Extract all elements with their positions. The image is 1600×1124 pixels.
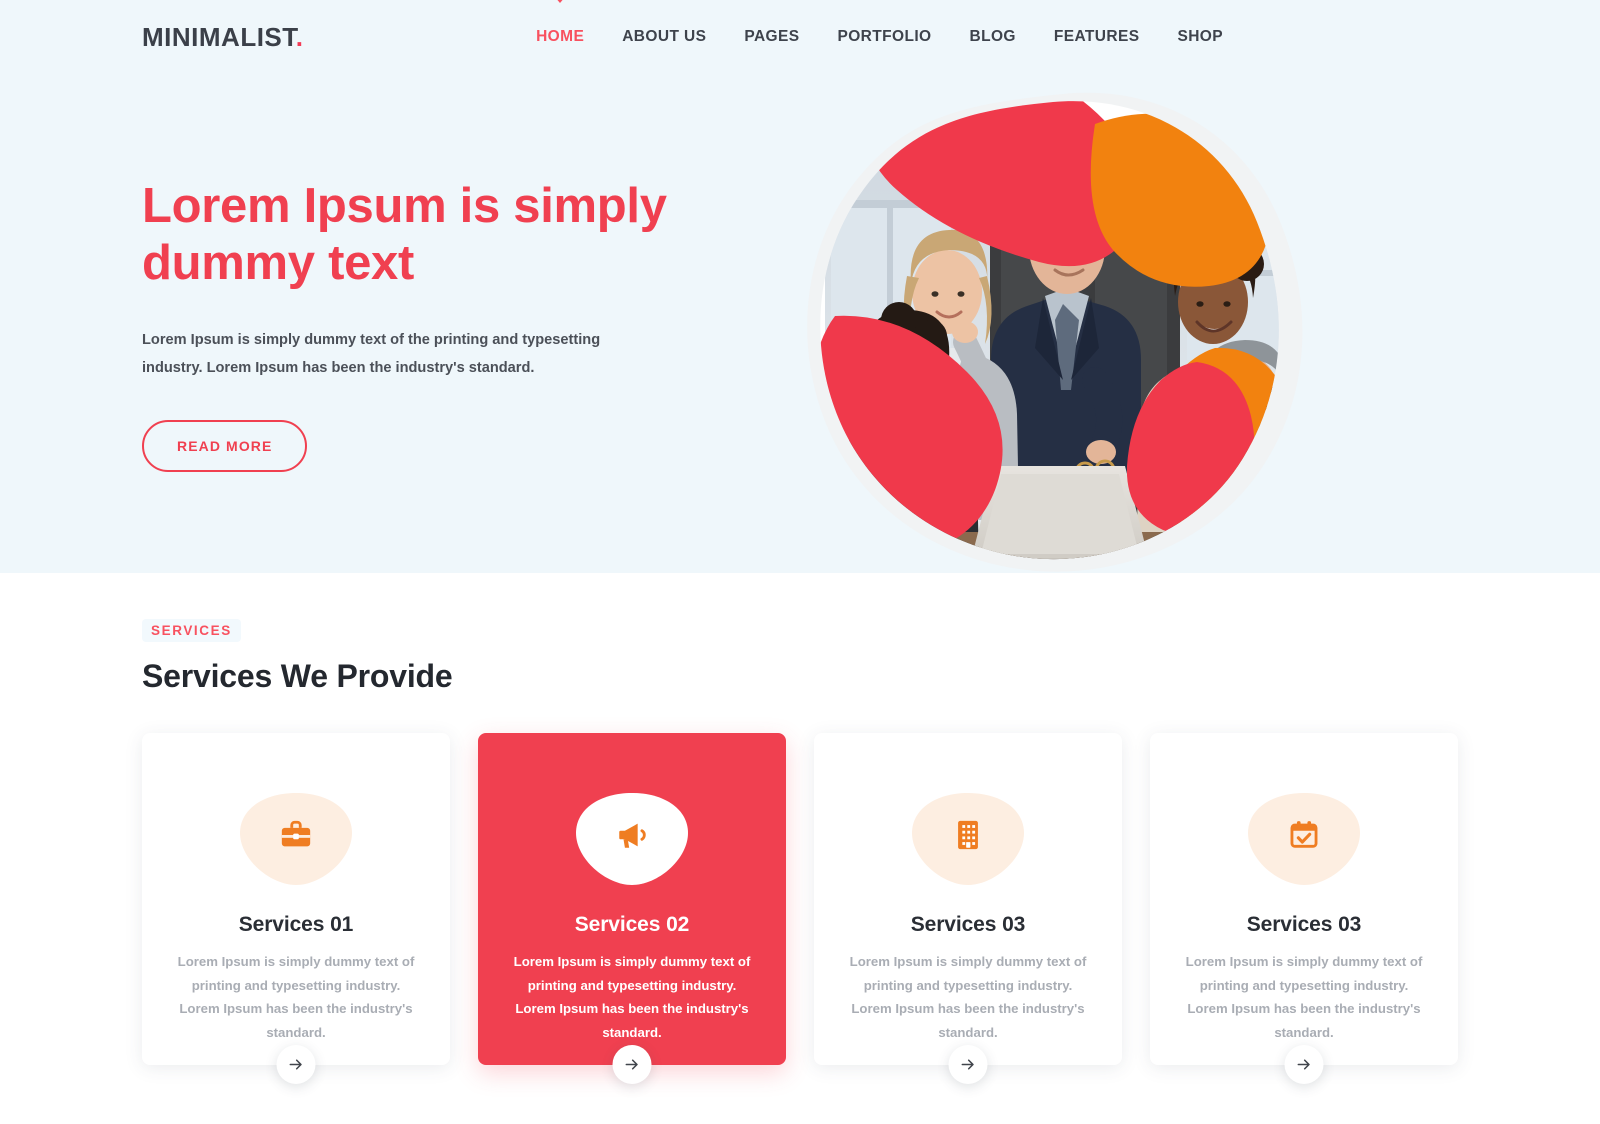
arrow-right-icon[interactable] bbox=[612, 1045, 652, 1084]
service-card-title: Services 01 bbox=[238, 913, 354, 936]
services-card-row: Services 01 Lorem Ipsum is simply dummy … bbox=[142, 733, 1458, 1084]
active-caret-icon bbox=[549, 0, 572, 3]
service-icon-container bbox=[908, 789, 1028, 889]
megaphone-icon bbox=[615, 818, 649, 852]
service-card-3[interactable]: Services 03 Lorem Ipsum is simply dummy … bbox=[814, 733, 1122, 1084]
nav-label: SHOP bbox=[1177, 28, 1223, 45]
service-icon-container bbox=[572, 789, 692, 889]
service-icon-container bbox=[236, 789, 356, 889]
hero-section: MINIMALIST. HOME ABOUT US PAGES PORTFOLI… bbox=[0, 0, 1600, 573]
nav-label: BLOG bbox=[969, 28, 1016, 45]
brand-dot: . bbox=[295, 21, 304, 52]
nav-item-features[interactable]: FEATURES bbox=[1054, 28, 1140, 46]
hero-copy: Lorem Ipsum is simply dummy text Lorem I… bbox=[142, 178, 742, 472]
arrow-right-icon[interactable] bbox=[948, 1045, 988, 1084]
service-card-title: Services 03 bbox=[910, 913, 1026, 936]
landing-page: MINIMALIST. HOME ABOUT US PAGES PORTFOLI… bbox=[0, 0, 1600, 1124]
nav-label: FEATURES bbox=[1053, 28, 1140, 45]
briefcase-icon bbox=[279, 818, 313, 852]
nav-label: ABOUT US bbox=[622, 28, 707, 45]
nav-item-portfolio[interactable]: PORTFOLIO bbox=[837, 28, 931, 46]
building-icon bbox=[951, 818, 985, 852]
read-more-button[interactable]: READ MORE bbox=[142, 419, 308, 472]
hero-paragraph: Lorem Ipsum is simply dummy text of the … bbox=[142, 331, 601, 377]
nav-label: PORTFOLIO bbox=[837, 28, 932, 45]
nav-item-shop[interactable]: SHOP bbox=[1177, 28, 1223, 46]
hero-title: Lorem Ipsum is simply dummy text bbox=[142, 179, 667, 290]
nav-item-home[interactable]: HOME bbox=[536, 0, 585, 46]
service-card-1[interactable]: Services 01 Lorem Ipsum is simply dummy … bbox=[142, 733, 450, 1084]
service-card-text: Lorem Ipsum is simply dummy text of prin… bbox=[1185, 954, 1423, 1040]
nav-item-blog[interactable]: BLOG bbox=[970, 28, 1016, 46]
nav-item-pages[interactable]: PAGES bbox=[744, 28, 799, 46]
arrow-right-icon[interactable] bbox=[276, 1045, 316, 1084]
service-card-text: Lorem Ipsum is simply dummy text of prin… bbox=[849, 954, 1087, 1040]
services-eyebrow: SERVICES bbox=[142, 619, 241, 642]
service-card-title: Services 03 bbox=[1246, 913, 1362, 936]
calendar-check-icon bbox=[1287, 818, 1321, 852]
brand-name: MINIMALIST bbox=[142, 21, 296, 52]
main-navbar: MINIMALIST. HOME ABOUT US PAGES PORTFOLI… bbox=[0, 0, 1600, 74]
services-heading: Services We Provide bbox=[142, 658, 453, 694]
service-card-title: Services 02 bbox=[574, 913, 690, 936]
service-card-text: Lorem Ipsum is simply dummy text of prin… bbox=[513, 954, 751, 1040]
service-card-text: Lorem Ipsum is simply dummy text of prin… bbox=[177, 954, 415, 1040]
nav-menu: HOME ABOUT US PAGES PORTFOLIO BLOG FEATU… bbox=[536, 0, 1223, 46]
service-icon-container bbox=[1244, 789, 1364, 889]
nav-label: HOME bbox=[536, 28, 585, 45]
service-card-4[interactable]: Services 03 Lorem Ipsum is simply dummy … bbox=[1150, 733, 1458, 1084]
services-section: SERVICES Services We Provide Services 01… bbox=[0, 573, 1600, 1124]
arrow-right-icon[interactable] bbox=[1284, 1045, 1324, 1084]
nav-item-about-us[interactable]: ABOUT US bbox=[622, 28, 706, 46]
service-card-2[interactable]: Services 02 Lorem Ipsum is simply dummy … bbox=[478, 733, 786, 1084]
hero-image bbox=[795, 80, 1315, 573]
nav-label: PAGES bbox=[744, 28, 800, 45]
brand-logo[interactable]: MINIMALIST. bbox=[142, 22, 304, 53]
